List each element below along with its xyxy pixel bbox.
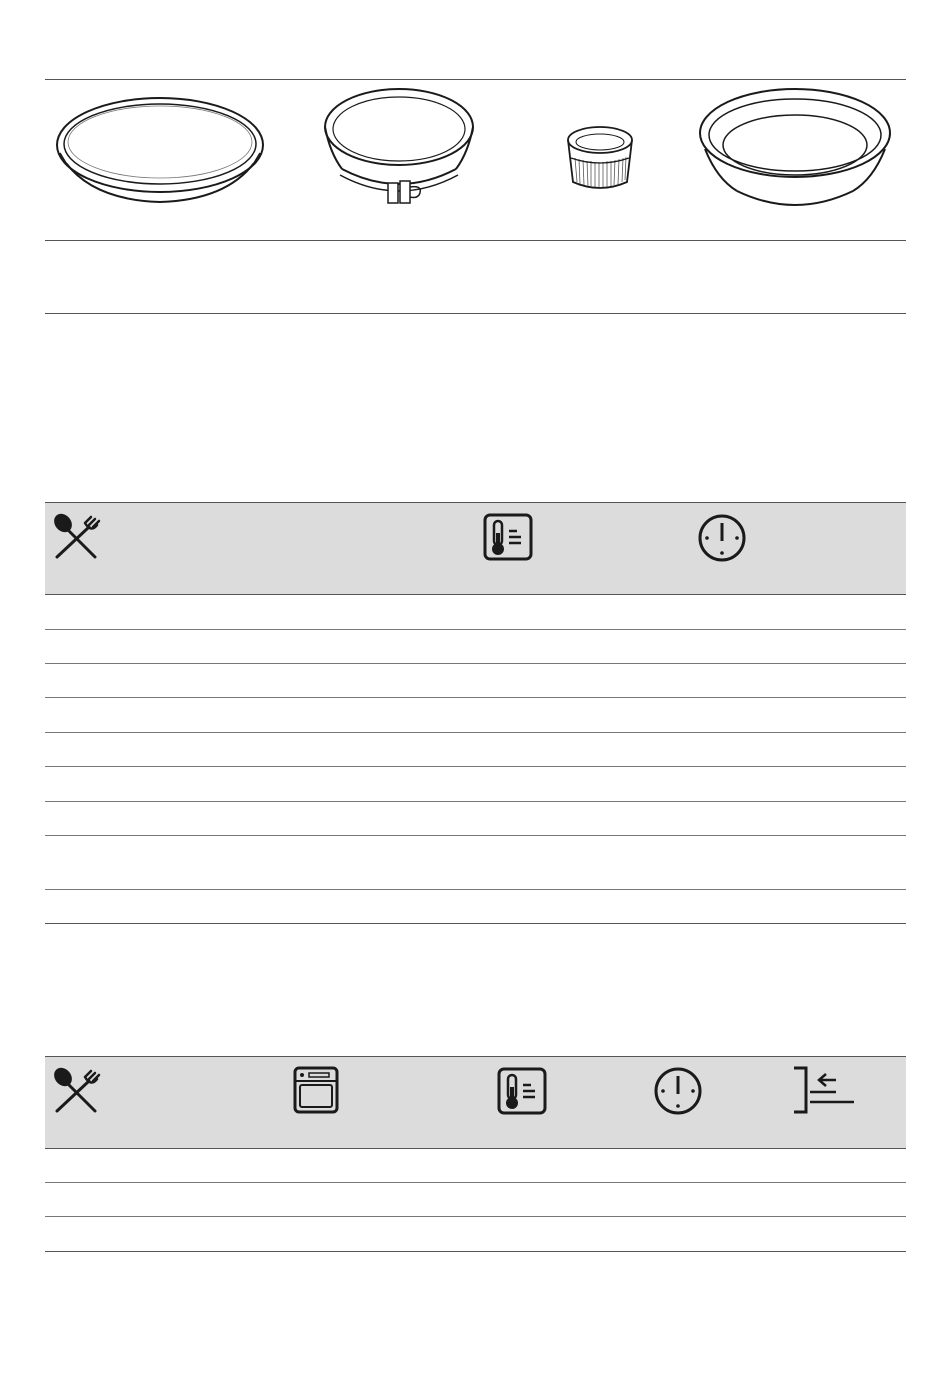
deep-pie-dish-icon xyxy=(697,87,893,215)
flat-tart-pan-icon xyxy=(54,95,266,207)
cutlery-icon xyxy=(51,1067,101,1115)
shelf-position-icon xyxy=(790,1066,856,1116)
table-2-row-rule xyxy=(45,1216,906,1217)
table-1-row-rule xyxy=(45,629,906,630)
table-1-bottom-rule xyxy=(45,923,906,924)
springform-pan-icon xyxy=(322,87,476,211)
table-1-row-rule xyxy=(45,889,906,890)
bakeware-table-mid-rule xyxy=(45,240,906,241)
timer-icon xyxy=(697,513,747,563)
bakeware-table-top-rule xyxy=(45,79,906,80)
table-1-row-rule xyxy=(45,766,906,767)
table-1-row-rule xyxy=(45,663,906,664)
oven-function-icon xyxy=(293,1066,339,1114)
bakeware-table-bottom-rule xyxy=(45,313,906,314)
cutlery-icon xyxy=(51,513,101,561)
table-1-row-rule xyxy=(45,697,906,698)
ramekin-icon xyxy=(565,124,635,192)
table-1-row-rule xyxy=(45,801,906,802)
table-1-row-rule xyxy=(45,732,906,733)
table-2-header xyxy=(45,1056,906,1149)
thermometer-icon xyxy=(497,1067,547,1115)
table-2-bottom-rule xyxy=(45,1251,906,1252)
table-1-row-rule xyxy=(45,835,906,836)
timer-icon xyxy=(653,1066,703,1116)
table-2-row-rule xyxy=(45,1182,906,1183)
thermometer-icon xyxy=(483,513,533,561)
table-1-header xyxy=(45,502,906,595)
